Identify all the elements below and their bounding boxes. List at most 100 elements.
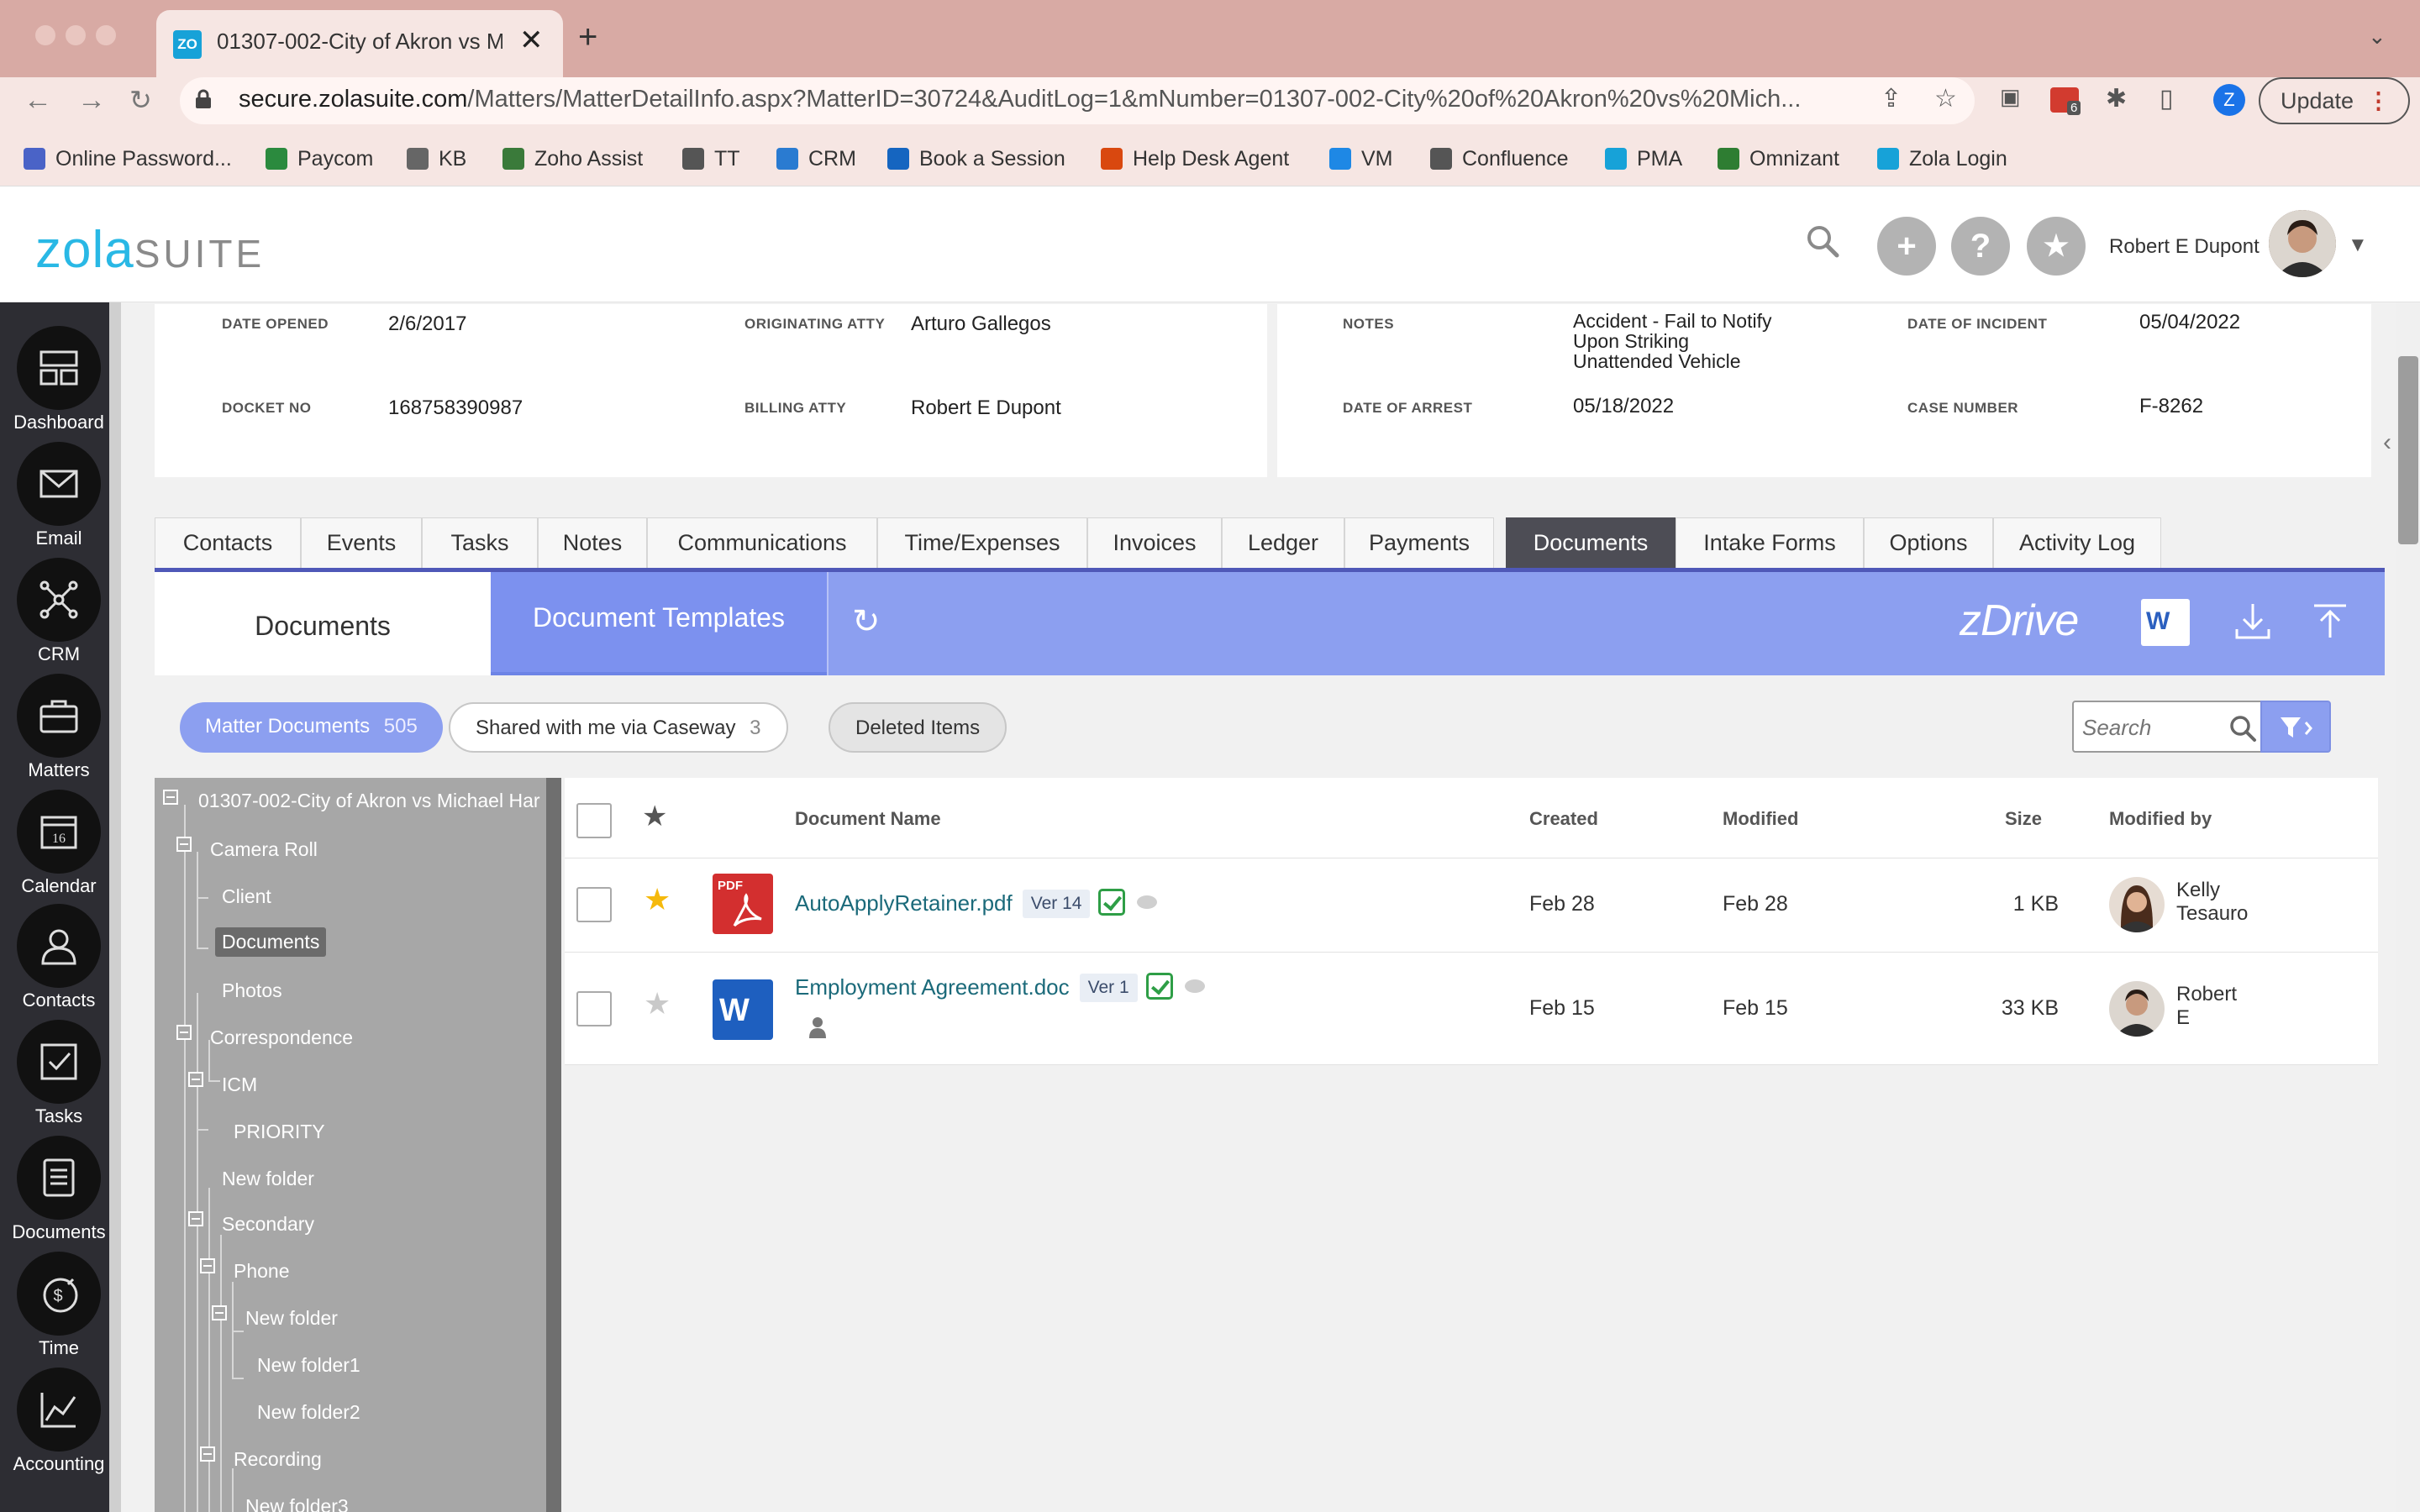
- bookmark-item[interactable]: PMA: [1605, 141, 1682, 176]
- shared-user-icon[interactable]: [808, 1016, 827, 1038]
- column-created[interactable]: Created: [1529, 808, 1598, 830]
- bookmark-item[interactable]: Omnizant: [1718, 141, 1839, 176]
- lock-icon[interactable]: [195, 89, 212, 109]
- tab-options[interactable]: Options: [1864, 517, 1993, 568]
- collapse-toggle-icon[interactable]: [163, 790, 178, 805]
- nav-email[interactable]: Email: [0, 433, 109, 549]
- collapse-toggle-icon[interactable]: [188, 1072, 203, 1087]
- help-icon[interactable]: ?: [1951, 217, 2010, 276]
- add-icon[interactable]: +: [1877, 217, 1936, 276]
- window-close-dot[interactable]: [35, 25, 55, 45]
- document-search-box[interactable]: [2072, 701, 2262, 753]
- collapse-toggle-icon[interactable]: [176, 1025, 192, 1040]
- shared-via-caseway-filter[interactable]: Shared with me via Caseway 3: [449, 702, 788, 753]
- refresh-icon[interactable]: ↻: [852, 602, 881, 641]
- tree-node-camera-roll[interactable]: Camera Roll: [210, 838, 318, 861]
- approved-check-icon[interactable]: [1098, 889, 1126, 916]
- share-icon[interactable]: ⇪: [1881, 84, 1902, 113]
- tree-node-root[interactable]: 01307-002-City of Akron vs Michael Har: [198, 790, 540, 812]
- bookmark-star-icon[interactable]: ☆: [1934, 84, 1957, 113]
- tab-payments[interactable]: Payments: [1344, 517, 1494, 568]
- bookmark-item[interactable]: Zoho Assist: [502, 141, 643, 176]
- bookmark-item[interactable]: Book a Session: [887, 141, 1065, 176]
- screen-reader-icon[interactable]: ▣: [2000, 84, 2021, 110]
- document-templates-subtab[interactable]: Document Templates: [491, 572, 827, 675]
- tab-notes[interactable]: Notes: [538, 517, 647, 568]
- comment-icon[interactable]: [1137, 895, 1158, 909]
- search-icon[interactable]: [1805, 223, 1840, 259]
- tree-node-secondary[interactable]: Secondary: [222, 1213, 314, 1236]
- nav-accounting[interactable]: Accounting: [0, 1359, 109, 1475]
- tree-node-priority[interactable]: PRIORITY: [234, 1121, 325, 1143]
- bookmark-item[interactable]: TT: [682, 141, 740, 176]
- extension-red-icon[interactable]: 6: [2050, 87, 2081, 115]
- window-minimize-dot[interactable]: [66, 25, 86, 45]
- tree-node-phone[interactable]: Phone: [234, 1260, 290, 1283]
- version-badge[interactable]: Ver 14: [1022, 890, 1091, 918]
- row-checkbox[interactable]: [576, 991, 612, 1026]
- browser-tab[interactable]: ZO 01307-002-City of Akron vs Mi ✕: [156, 10, 563, 77]
- document-search-input[interactable]: [2082, 712, 2225, 743]
- tab-events[interactable]: Events: [301, 517, 422, 568]
- bookmark-item[interactable]: Confluence: [1430, 141, 1568, 176]
- tree-node-documents[interactable]: Documents: [215, 927, 327, 957]
- bookmark-item[interactable]: VM: [1329, 141, 1393, 176]
- tree-node-icm[interactable]: ICM: [222, 1074, 257, 1096]
- bookmark-item[interactable]: KB: [407, 141, 466, 176]
- page-scrollbar-thumb[interactable]: [2398, 356, 2418, 544]
- collapse-toggle-icon[interactable]: [212, 1305, 227, 1320]
- tab-time-expenses[interactable]: Time/Expenses: [877, 517, 1087, 568]
- tab-tasks[interactable]: Tasks: [422, 517, 538, 568]
- window-zoom-dot[interactable]: [96, 25, 116, 45]
- search-icon[interactable]: [2228, 714, 2257, 743]
- documents-subtab[interactable]: Documents: [155, 572, 491, 675]
- download-icon[interactable]: [2232, 601, 2274, 643]
- select-all-checkbox[interactable]: [576, 803, 612, 838]
- zdrive-logo[interactable]: zDrive: [1960, 596, 2079, 646]
- tab-invoices[interactable]: Invoices: [1087, 517, 1222, 568]
- collapse-toggle-icon[interactable]: [200, 1446, 215, 1462]
- tab-ledger[interactable]: Ledger: [1222, 517, 1344, 568]
- reload-icon[interactable]: ↻: [129, 84, 152, 116]
- column-modified[interactable]: Modified: [1723, 808, 1798, 830]
- nav-documents[interactable]: Documents: [0, 1127, 109, 1243]
- column-document-name[interactable]: Document Name: [795, 808, 941, 830]
- tree-node-new-folder1[interactable]: New folder1: [257, 1354, 360, 1377]
- comment-icon[interactable]: [1184, 979, 1205, 993]
- unstarred-icon[interactable]: ★: [644, 986, 671, 1021]
- back-icon[interactable]: ←: [24, 84, 52, 117]
- column-size[interactable]: Size: [2005, 808, 2042, 830]
- side-panel-icon[interactable]: ▯: [2160, 84, 2174, 113]
- tab-search-chevron-icon[interactable]: ⌄: [2368, 24, 2386, 50]
- collapse-toggle-icon[interactable]: [188, 1211, 203, 1226]
- starred-icon[interactable]: ★: [644, 882, 671, 917]
- tree-node-client[interactable]: Client: [222, 885, 271, 908]
- tab-activity-log[interactable]: Activity Log: [1993, 517, 2161, 568]
- tab-intake-forms[interactable]: Intake Forms: [1676, 517, 1864, 568]
- tree-node-photos[interactable]: Photos: [222, 979, 282, 1002]
- nav-tasks[interactable]: Tasks: [0, 1011, 109, 1127]
- tab-contacts[interactable]: Contacts: [155, 517, 301, 568]
- favorites-star-icon[interactable]: ★: [2027, 217, 2086, 276]
- extensions-puzzle-icon[interactable]: ✱: [2106, 84, 2127, 113]
- filter-button[interactable]: [2260, 701, 2331, 753]
- document-link[interactable]: Employment Agreement.doc: [795, 974, 1070, 1000]
- left-nav-scrollbar[interactable]: [109, 302, 121, 1512]
- profile-avatar[interactable]: Z: [2213, 84, 2245, 116]
- tab-documents[interactable]: Documents: [1506, 517, 1676, 568]
- close-tab-icon[interactable]: ✕: [519, 24, 544, 57]
- zolasuite-logo[interactable]: zolaSUITE: [35, 220, 265, 280]
- version-badge[interactable]: Ver 1: [1079, 974, 1138, 1002]
- update-button[interactable]: Update ⋮: [2259, 77, 2410, 124]
- nav-time[interactable]: $ Time: [0, 1243, 109, 1359]
- nav-dashboard[interactable]: Dashboard: [0, 318, 109, 433]
- tree-node-recording[interactable]: Recording: [234, 1448, 322, 1471]
- tab-communications[interactable]: Communications: [647, 517, 877, 568]
- row-checkbox[interactable]: [576, 887, 612, 922]
- user-avatar[interactable]: [2269, 210, 2336, 277]
- table-row[interactable]: ★ PDF AutoApplyRetainer.pdf Ver 14 Feb 28…: [565, 858, 2378, 953]
- collapse-toggle-icon[interactable]: [176, 837, 192, 852]
- tree-node-new-folder2[interactable]: New folder2: [257, 1401, 360, 1424]
- collapse-panel-icon[interactable]: ‹: [2383, 428, 2391, 457]
- upload-icon[interactable]: [2309, 601, 2351, 643]
